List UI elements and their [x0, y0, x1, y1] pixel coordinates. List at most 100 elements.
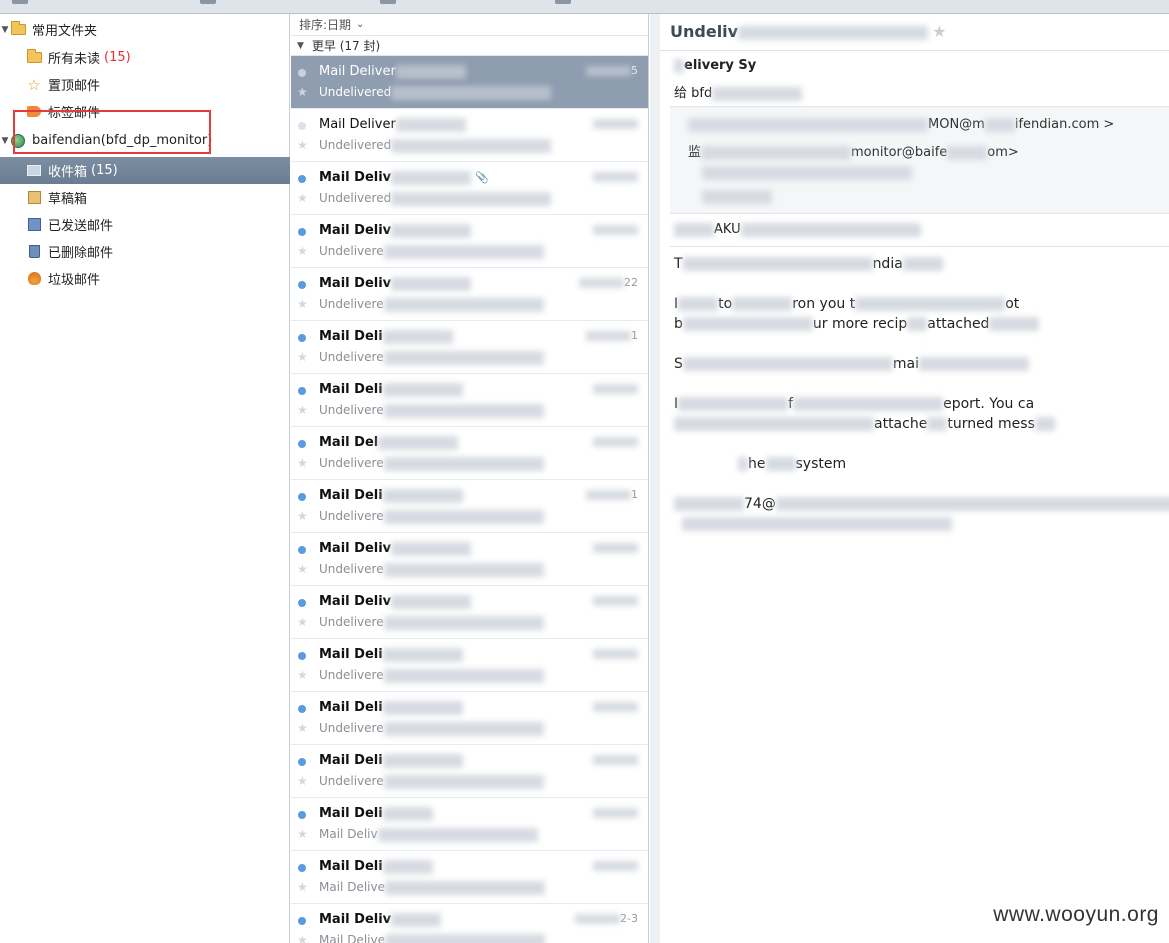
- unread-dot-icon[interactable]: [298, 440, 306, 448]
- unread-dot-icon[interactable]: [298, 493, 306, 501]
- sidebar-item-sent[interactable]: 已发送邮件: [0, 211, 290, 238]
- message-sender: Mail Deliv 📎: [319, 170, 489, 185]
- divider: [660, 50, 1169, 51]
- star-icon[interactable]: ★: [297, 509, 308, 523]
- expand-arrow-icon[interactable]: ▼: [0, 136, 10, 146]
- star-icon[interactable]: ★: [932, 22, 946, 41]
- unread-dot-icon[interactable]: [298, 811, 306, 819]
- message-date: [593, 435, 638, 448]
- message-group-header[interactable]: ▼ 更早 (17 封): [291, 36, 648, 56]
- unread-dot-icon[interactable]: [298, 546, 306, 554]
- message-row[interactable]: Mail Deliv ★ Undelivere: [291, 533, 648, 586]
- sort-control[interactable]: 排序:日期 ⌄: [291, 14, 648, 36]
- sidebar-item-spam[interactable]: 垃圾邮件: [0, 265, 290, 292]
- date-text: 22: [624, 276, 638, 289]
- star-icon[interactable]: ★: [297, 456, 308, 470]
- star-icon[interactable]: ★: [297, 297, 308, 311]
- message-row[interactable]: Mail Deli ★ Mail Delive: [291, 851, 648, 904]
- sidebar-item-pinned[interactable]: ☆ 置顶邮件: [0, 71, 290, 98]
- message-row[interactable]: Mail Deli ★ Undelivere: [291, 745, 648, 798]
- header-text: monitor@baife: [851, 145, 948, 160]
- star-icon[interactable]: ★: [297, 191, 308, 205]
- sidebar-item-deleted[interactable]: 已删除邮件: [0, 238, 290, 265]
- message-row[interactable]: Mail Deliv ★ Undelivere: [291, 586, 648, 639]
- star-icon[interactable]: ★: [297, 721, 308, 735]
- toolbar-icon[interactable]: [555, 0, 571, 4]
- message-row[interactable]: Mail Deli ★ Undelivere 1: [291, 480, 648, 533]
- expand-arrow-icon[interactable]: ▼: [0, 25, 10, 35]
- sender-text: Mail Deliv: [319, 594, 392, 609]
- redacted-text: [738, 457, 748, 471]
- message-from[interactable]: elivery Sy: [674, 58, 756, 73]
- message-row[interactable]: Mail Deliv ★ Undelivere: [291, 215, 648, 268]
- message-row[interactable]: Mail Deliver ★ Undelivered: [291, 109, 648, 162]
- redacted-text: [682, 257, 873, 271]
- sidebar-item-inbox[interactable]: 收件箱 (15): [0, 157, 290, 184]
- redacted-text: [586, 66, 631, 76]
- redacted-text: [391, 138, 552, 153]
- sender-text: Mail Deli: [319, 753, 383, 768]
- folder-group-common[interactable]: ▼ 常用文件夹: [0, 16, 290, 43]
- sidebar-item-unread[interactable]: 所有未读 (15): [0, 44, 290, 71]
- redacted-text: [382, 806, 433, 821]
- redacted-text: [855, 297, 1006, 311]
- message-sender: Mail Deli: [319, 700, 463, 715]
- unread-dot-icon[interactable]: [298, 917, 306, 925]
- message-row[interactable]: Mail Deli ★ Mail Deliv: [291, 798, 648, 851]
- toolbar-icon[interactable]: [12, 0, 28, 4]
- subject-text: Undelivere: [319, 297, 384, 311]
- group-label: 更早 (17 封): [311, 39, 381, 53]
- redacted-text: [984, 117, 1015, 132]
- star-icon[interactable]: ★: [297, 85, 308, 99]
- star-icon[interactable]: ★: [297, 668, 308, 682]
- unread-dot-icon[interactable]: [298, 864, 306, 872]
- star-icon[interactable]: ★: [297, 827, 308, 841]
- unread-dot-icon[interactable]: [298, 705, 306, 713]
- message-row[interactable]: Mail Deli ★ Undelivere: [291, 692, 648, 745]
- redacted-text: [674, 497, 744, 511]
- unread-dot-icon[interactable]: [298, 758, 306, 766]
- toolbar-icon[interactable]: [200, 0, 216, 4]
- message-row[interactable]: Mail Deliv 📎 ★ Undelivered: [291, 162, 648, 215]
- collapse-arrow-icon[interactable]: ▼: [297, 41, 304, 51]
- star-icon[interactable]: ★: [297, 138, 308, 152]
- message-date: [593, 647, 638, 660]
- message-row[interactable]: Mail Deliver ★ Undelivered 5: [291, 56, 648, 109]
- redacted-text: [919, 357, 1029, 371]
- star-icon[interactable]: ★: [297, 562, 308, 576]
- star-icon[interactable]: ★: [297, 880, 308, 894]
- unread-dot-icon[interactable]: [298, 334, 306, 342]
- message-subject: Mail Delive: [319, 933, 545, 943]
- star-icon[interactable]: ★: [297, 403, 308, 417]
- message-row[interactable]: Mail Deliv ★ Mail Delive 2-3: [291, 904, 648, 943]
- toolbar-icon[interactable]: [380, 0, 396, 4]
- unread-dot-icon[interactable]: [298, 122, 306, 130]
- message-row[interactable]: Mail Deli ★ Undelivere 1: [291, 321, 648, 374]
- message-sender: Mail Deli: [319, 859, 433, 874]
- message-date: 22: [579, 276, 638, 289]
- redacted-text: [682, 317, 813, 331]
- unread-dot-icon[interactable]: [298, 652, 306, 660]
- star-icon[interactable]: ★: [297, 933, 308, 943]
- unread-dot-icon[interactable]: [298, 387, 306, 395]
- star-icon[interactable]: ★: [297, 615, 308, 629]
- unread-dot-icon[interactable]: [298, 228, 306, 236]
- redacted-text: [678, 297, 719, 311]
- unread-dot-icon[interactable]: [298, 69, 306, 77]
- message-row[interactable]: Mail Deliv ★ Undelivere 22: [291, 268, 648, 321]
- star-icon[interactable]: ★: [297, 244, 308, 258]
- star-icon[interactable]: ★: [297, 350, 308, 364]
- message-sender: Mail Deliv: [319, 912, 442, 927]
- star-icon[interactable]: ★: [297, 774, 308, 788]
- message-row[interactable]: Mail Deli ★ Undelivere: [291, 639, 648, 692]
- unread-dot-icon[interactable]: [298, 175, 306, 183]
- redacted-text: [593, 384, 638, 394]
- sidebar-item-drafts[interactable]: 草稿箱: [0, 184, 290, 211]
- folder-icon: [10, 21, 26, 37]
- message-row[interactable]: Mail Deli ★ Undelivere: [291, 374, 648, 427]
- unread-dot-icon[interactable]: [298, 599, 306, 607]
- chevron-down-icon: ⌄: [356, 19, 365, 30]
- message-subject: Undelivere: [319, 297, 544, 312]
- unread-dot-icon[interactable]: [298, 281, 306, 289]
- message-row[interactable]: Mail Del ★ Undelivere: [291, 427, 648, 480]
